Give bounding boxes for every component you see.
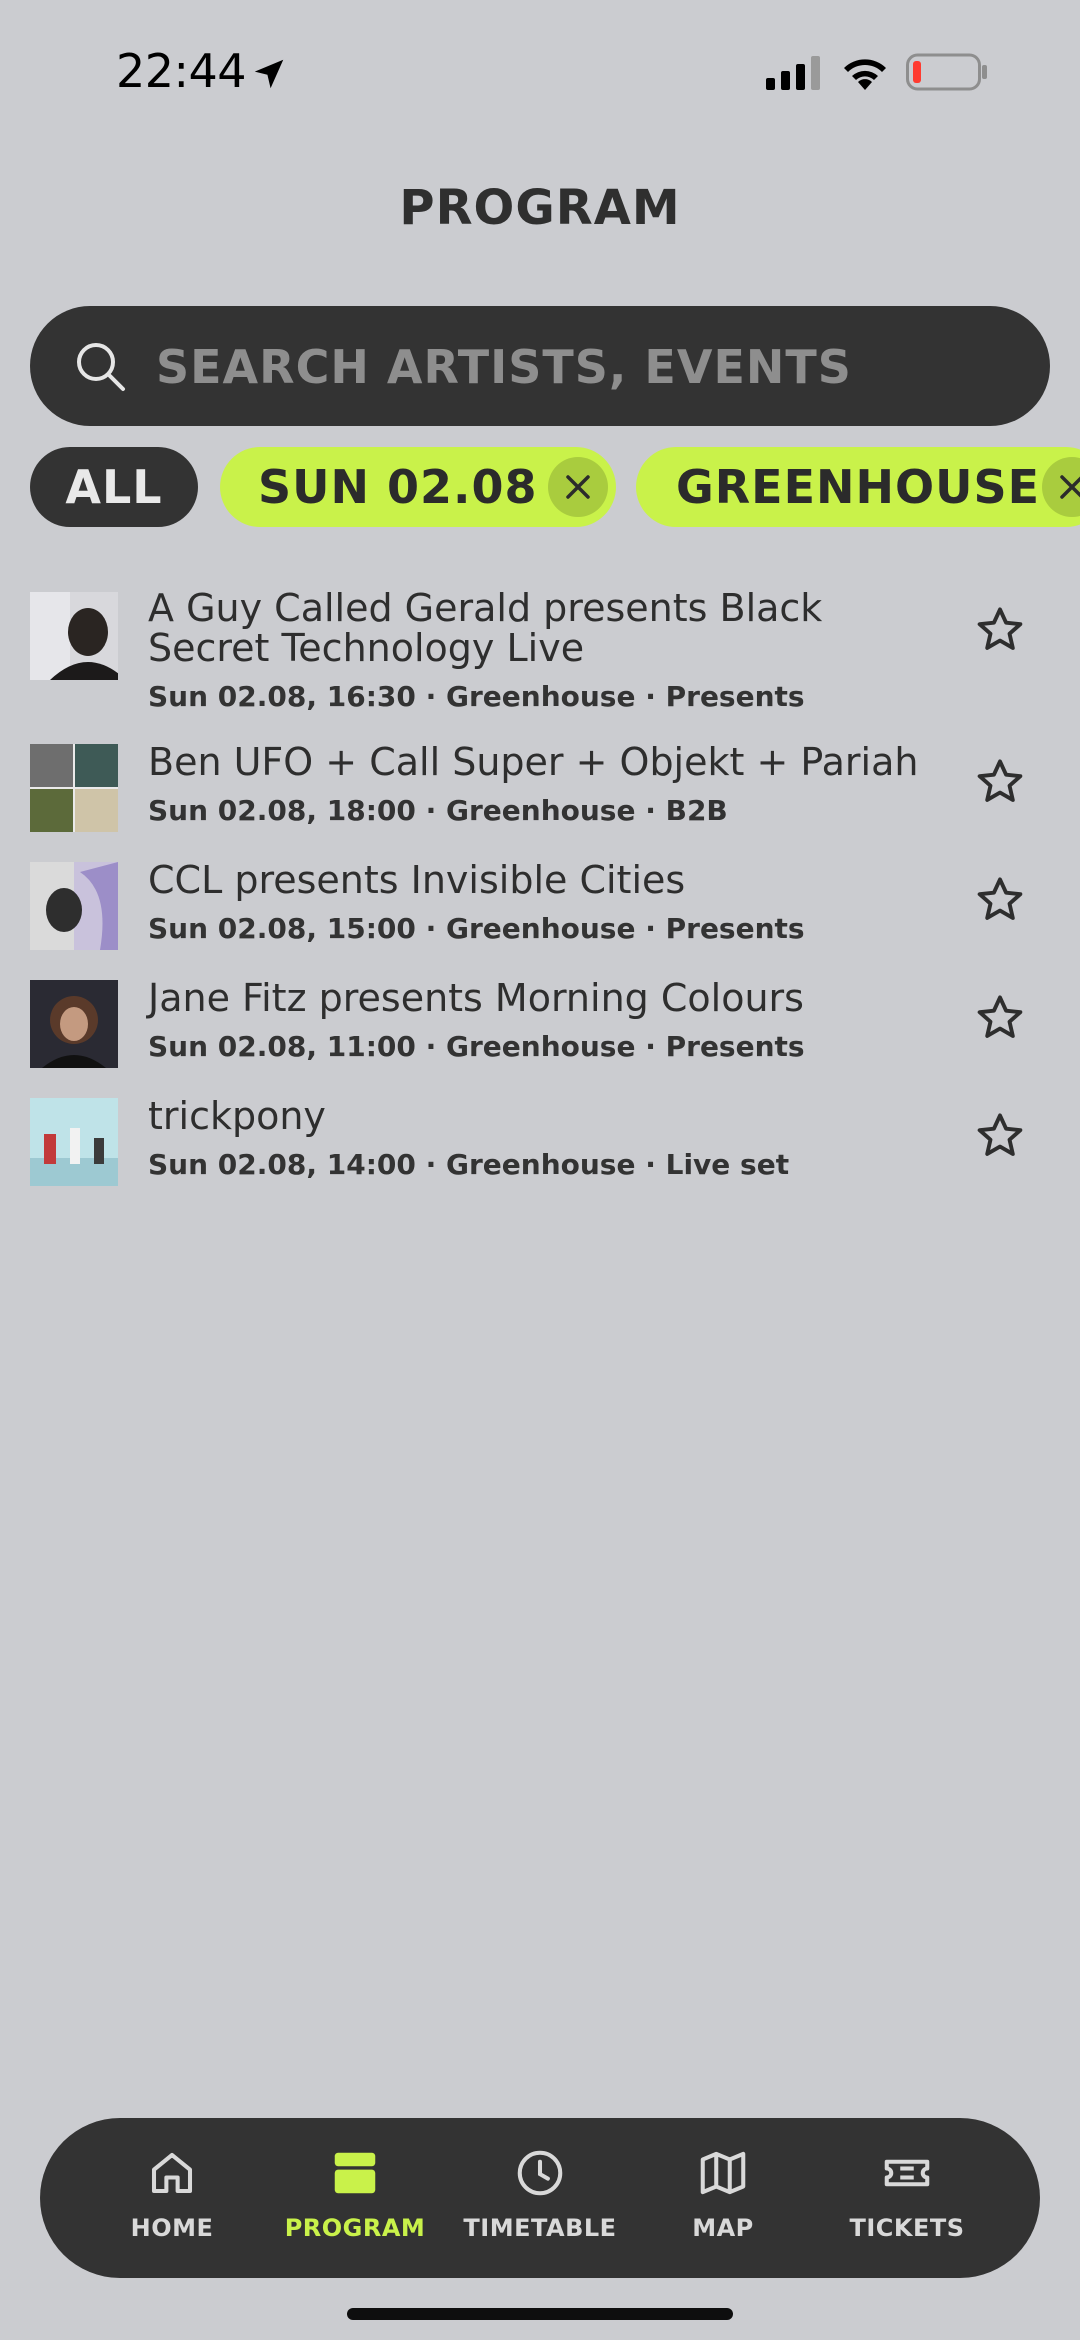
- close-icon: [566, 475, 590, 499]
- search-input[interactable]: [154, 330, 1018, 404]
- event-date: Sun 02.08, 18:00: [148, 794, 416, 827]
- status-bar: 22:44: [0, 0, 1080, 140]
- event-title: CCL presents Invisible Cities: [148, 858, 686, 902]
- cellular-signal-icon: [766, 56, 820, 90]
- event-venue: Greenhouse: [446, 794, 636, 827]
- event-title: Jane Fitz presents Morning Colours: [148, 976, 804, 1020]
- event-venue: Greenhouse: [446, 680, 636, 713]
- event-date: Sun 02.08, 15:00: [148, 912, 416, 945]
- nav-label-map: MAP: [692, 2214, 754, 2242]
- event-thumbnail-image: [30, 862, 118, 950]
- nav-label-tickets: TICKETS: [849, 2214, 965, 2242]
- nav-label-home: HOME: [130, 2214, 214, 2242]
- event-meta: Sun 02.08, 11:00 · Greenhouse · Presents: [148, 1030, 805, 1063]
- home-indicator: [347, 2308, 733, 2320]
- close-icon: [1060, 475, 1080, 499]
- event-meta: Sun 02.08, 15:00 · Greenhouse · Presents: [148, 912, 805, 945]
- search-icon: [77, 343, 125, 391]
- event-title: Ben UFO + Call Super + Objekt + Pariah: [148, 740, 919, 784]
- event-meta: Sun 02.08, 14:00 · Greenhouse · Live set: [148, 1148, 790, 1181]
- event-title: A Guy Called Gerald presents Black Secre…: [148, 586, 823, 670]
- home-icon: [151, 2152, 193, 2194]
- map-icon: [700, 2151, 746, 2195]
- nav-item-home[interactable]: HOME: [87, 2146, 257, 2256]
- filter-chip-venue-label: GREENHOUSE: [676, 460, 1041, 514]
- nav-item-timetable[interactable]: TIMETABLE: [455, 2146, 625, 2256]
- clock-icon: [517, 2150, 563, 2196]
- event-thumbnail-image: [30, 1098, 118, 1186]
- event-meta: Sun 02.08, 18:00 · Greenhouse · B2B: [148, 794, 728, 827]
- nav-label-timetable: TIMETABLE: [463, 2214, 617, 2242]
- status-time: 22:44: [116, 44, 247, 98]
- program-icon: [334, 2152, 376, 2194]
- filter-chips: ALL SUN 02.08 GREENHOUSE: [30, 447, 1080, 527]
- event-venue: Greenhouse: [446, 1148, 636, 1181]
- filter-chip-date-label: SUN 02.08: [258, 460, 538, 514]
- event-thumbnail-image: [30, 592, 118, 680]
- search-bar[interactable]: [30, 306, 1050, 426]
- star-icon[interactable]: [974, 756, 1026, 808]
- filter-chip-all[interactable]: ALL: [30, 447, 198, 527]
- filter-chip-date[interactable]: SUN 02.08: [220, 447, 616, 527]
- event-title: trickpony: [148, 1094, 326, 1138]
- nav-item-program[interactable]: PROGRAM: [270, 2146, 440, 2256]
- event-type: Presents: [665, 1030, 805, 1063]
- battery-low-icon: [906, 53, 987, 91]
- wifi-icon: [844, 59, 886, 90]
- filter-chip-all-label: ALL: [65, 460, 163, 514]
- nav-label-program: PROGRAM: [284, 2214, 426, 2242]
- remove-venue-filter-button[interactable]: [1042, 457, 1080, 517]
- page-title: PROGRAM: [399, 180, 681, 236]
- event-venue: Greenhouse: [446, 912, 636, 945]
- event-date: Sun 02.08, 14:00: [148, 1148, 416, 1181]
- star-icon[interactable]: [974, 992, 1026, 1044]
- event-date: Sun 02.08, 16:30: [148, 680, 416, 713]
- event-type: Live set: [665, 1148, 790, 1181]
- event-meta: Sun 02.08, 16:30 · Greenhouse · Presents: [148, 680, 805, 713]
- star-icon[interactable]: [974, 604, 1026, 656]
- location-arrow-icon: [254, 59, 284, 89]
- event-type: B2B: [665, 794, 728, 827]
- star-icon[interactable]: [974, 874, 1026, 926]
- star-icon[interactable]: [974, 1110, 1026, 1162]
- bottom-nav: HOME PROGRAM TIMETABLE MAP TICKETS: [40, 2118, 1040, 2278]
- event-type: Presents: [665, 680, 805, 713]
- nav-item-map[interactable]: MAP: [638, 2146, 808, 2256]
- event-venue: Greenhouse: [446, 1030, 636, 1063]
- ticket-icon: [884, 2159, 930, 2187]
- event-date: Sun 02.08, 11:00: [148, 1030, 416, 1063]
- event-thumbnail-image: [30, 980, 118, 1068]
- event-thumbnail-image: [30, 744, 118, 832]
- remove-date-filter-button[interactable]: [548, 457, 608, 517]
- event-type: Presents: [665, 912, 805, 945]
- filter-chip-venue[interactable]: GREENHOUSE: [636, 447, 1080, 527]
- nav-item-tickets[interactable]: TICKETS: [822, 2146, 992, 2256]
